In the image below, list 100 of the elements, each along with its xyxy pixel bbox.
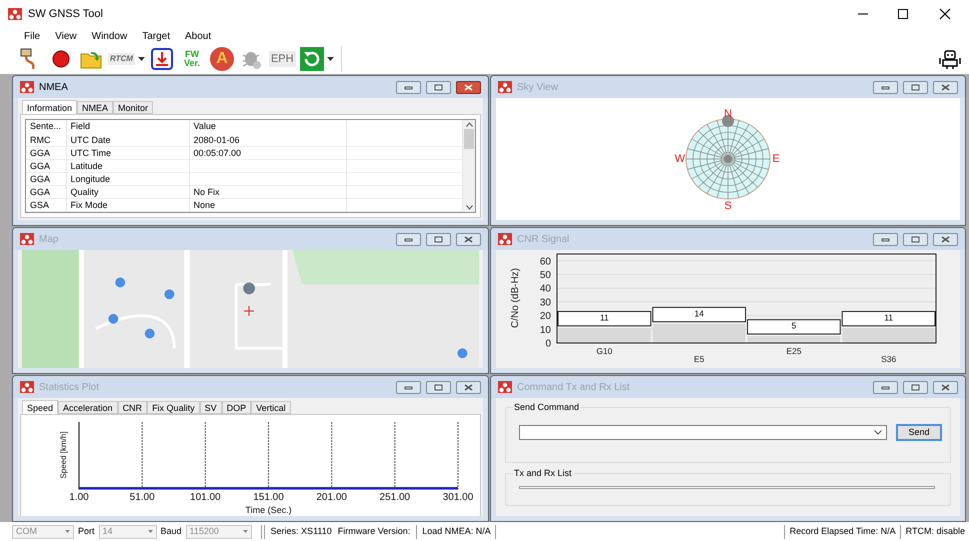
menu-item[interactable]: Window — [92, 28, 128, 44]
axis-tick-label: E5 — [694, 354, 704, 364]
status-text: Record Elapsed Time: N/A — [790, 524, 896, 538]
close-button[interactable] — [933, 380, 958, 394]
minimize-button[interactable] — [396, 232, 421, 246]
column-header[interactable]: Sente... — [26, 120, 66, 134]
scrollbar-thumb[interactable] — [464, 129, 474, 149]
axis-title: Speed [km/h] — [59, 431, 68, 479]
close-icon — [464, 236, 473, 242]
tab[interactable]: DOP — [222, 401, 252, 414]
axis-tick-label: 20 — [540, 311, 551, 322]
caret-icon — [65, 530, 70, 533]
window-title: SW GNSS Tool — [28, 6, 103, 22]
tab[interactable]: NMEA — [77, 101, 114, 114]
axis-tick-label: 151.00 — [253, 492, 284, 503]
tab[interactable]: Fix Quality — [147, 401, 200, 414]
restore-icon — [911, 384, 920, 390]
menu-item[interactable]: View — [55, 28, 77, 44]
close-icon — [941, 236, 950, 242]
restore-button[interactable] — [903, 232, 928, 246]
tab[interactable]: Information — [22, 100, 78, 114]
axis-tick-label: S36 — [881, 354, 896, 364]
list-box[interactable] — [519, 486, 935, 489]
close-button[interactable] — [456, 380, 481, 394]
app-logo-icon — [498, 233, 512, 245]
scroll-down-icon[interactable] — [466, 205, 472, 210]
minimize-button[interactable] — [873, 80, 898, 94]
close-button[interactable] — [456, 80, 481, 94]
app-logo-icon — [20, 381, 34, 393]
axis-tick-label: 201.00 — [316, 492, 347, 503]
tab[interactable]: CNR — [118, 401, 148, 414]
tab[interactable]: Monitor — [113, 101, 154, 114]
table-cell: UTC Date — [66, 134, 189, 146]
minimize-button[interactable] — [873, 232, 898, 246]
app-logo-icon — [498, 381, 512, 393]
menu-item[interactable]: File — [24, 28, 40, 44]
minimize-button[interactable] — [396, 80, 421, 94]
table-cell: UTC Time — [66, 146, 189, 160]
command-combo-box[interactable] — [519, 425, 887, 440]
axis-tick-label: 1.00 — [69, 492, 89, 503]
minimize-button[interactable] — [873, 380, 898, 394]
chevron-down-icon[interactable] — [874, 430, 882, 435]
tab[interactable]: Acceleration — [58, 401, 118, 414]
tab[interactable]: Speed — [22, 400, 58, 414]
restore-button[interactable] — [426, 80, 451, 94]
panel-title: NMEA — [39, 80, 68, 94]
data-label: 11 — [600, 312, 609, 322]
restore-button[interactable] — [426, 380, 451, 394]
scrollbar[interactable] — [463, 120, 475, 212]
close-icon[interactable] — [939, 8, 951, 20]
table-cell: Longitude — [66, 172, 189, 186]
column-header[interactable]: Value — [189, 120, 346, 134]
column-header[interactable]: Field — [66, 120, 189, 134]
grid-line — [394, 422, 396, 490]
caret-icon — [138, 57, 145, 61]
status-text: Firmware Version: — [338, 524, 410, 538]
close-button[interactable] — [933, 80, 958, 94]
minimize-icon — [881, 236, 890, 242]
record-icon — [51, 49, 71, 69]
close-button[interactable] — [456, 232, 481, 246]
menu-item[interactable]: About — [185, 28, 212, 44]
restore-button[interactable] — [903, 80, 928, 94]
scroll-up-icon[interactable] — [466, 122, 472, 127]
panel-title: Command Tx and Rx List — [517, 380, 630, 394]
menu-item[interactable]: Target — [142, 28, 170, 44]
grid-line — [268, 422, 269, 490]
caret-icon — [242, 530, 248, 533]
restore-button[interactable] — [903, 380, 928, 394]
axis-tick-label: 10 — [540, 324, 551, 336]
axis-tick-label: 60 — [540, 256, 551, 268]
toolbar-button[interactable] — [148, 46, 175, 72]
restore-icon — [911, 84, 920, 90]
axis-tick-label: E25 — [786, 346, 802, 356]
group-label: Tx and Rx List — [513, 468, 573, 479]
restore-button[interactable] — [426, 232, 451, 246]
close-button[interactable] — [933, 232, 958, 246]
minimize-icon — [404, 236, 413, 242]
restore-icon — [434, 236, 443, 242]
grid-line — [331, 422, 332, 490]
group-label: Send Command — [513, 402, 580, 413]
maximize-icon[interactable] — [897, 8, 909, 20]
robot-icon[interactable] — [939, 48, 961, 70]
app-logo-icon — [20, 233, 34, 245]
tab[interactable]: SV — [200, 401, 222, 414]
axis-tick-label: 251.00 — [380, 492, 410, 503]
table-cell: 2080-01-06 — [189, 134, 346, 146]
panel-title: Sky View — [517, 80, 558, 94]
axis-tick-label: 51.00 — [130, 492, 155, 503]
compass-label: W — [674, 153, 686, 165]
close-icon — [941, 384, 950, 390]
table-cell: Fix Mode — [66, 198, 189, 212]
tab[interactable]: Vertical — [251, 401, 291, 414]
table-cell: None — [189, 198, 346, 212]
minimize-button[interactable] — [396, 380, 421, 394]
send-button[interactable]: Send — [896, 424, 942, 441]
caret-icon — [148, 530, 153, 533]
refresh-icon — [300, 47, 324, 71]
compass-label: S — [724, 200, 732, 211]
panel-title: CNR Signal — [517, 232, 570, 246]
axis-tick-label: 101.00 — [190, 492, 221, 503]
